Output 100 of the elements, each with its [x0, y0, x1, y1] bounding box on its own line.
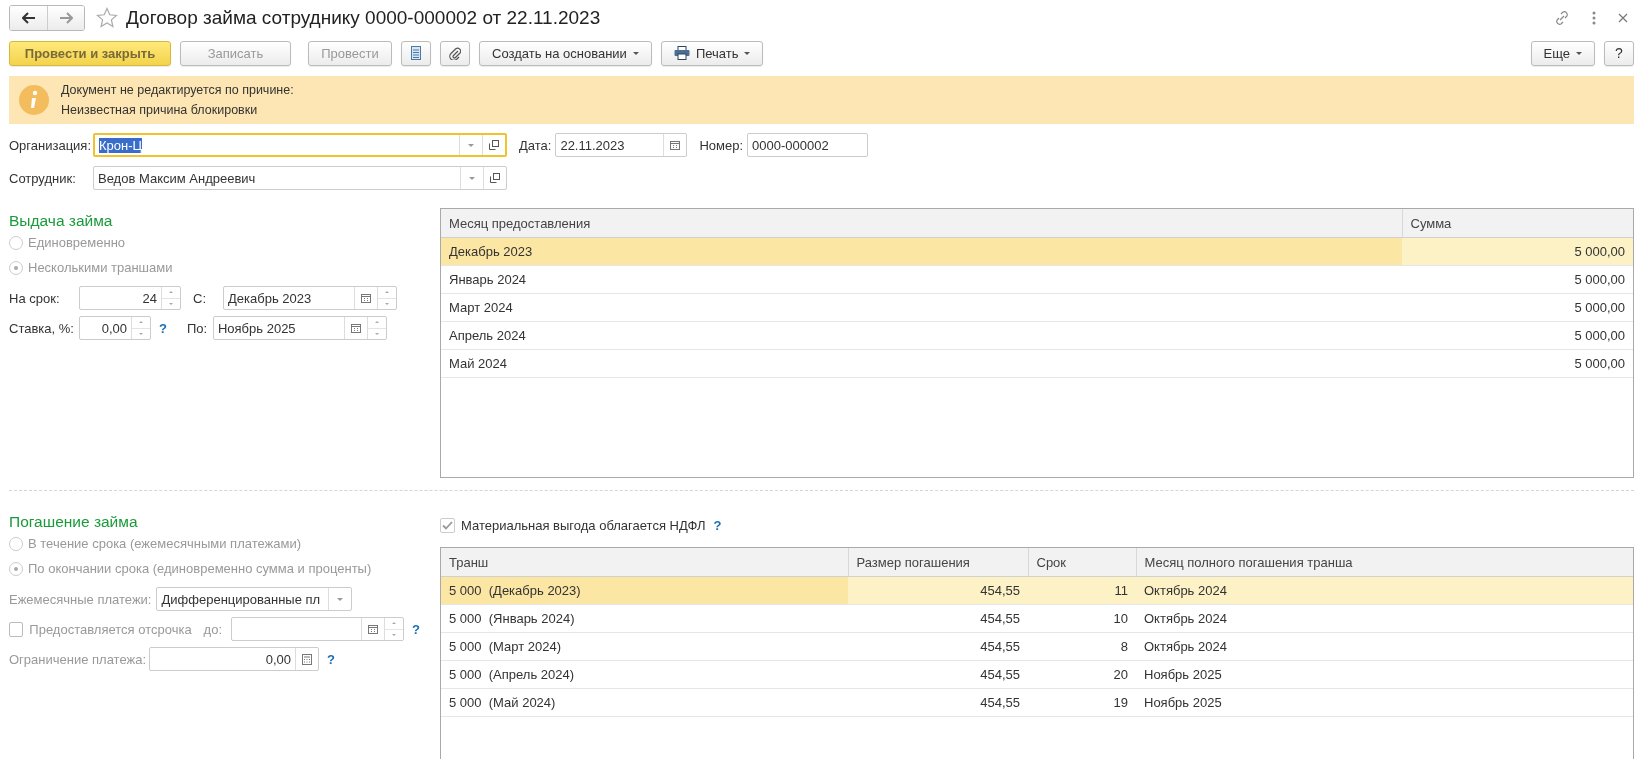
calendar-icon [361, 293, 371, 303]
number-field[interactable]: 0000-000002 [747, 133, 869, 157]
field-label: По: [186, 320, 209, 336]
start-month-field[interactable]: Декабрь 2023 [223, 286, 397, 310]
attachment-button[interactable] [440, 40, 470, 66]
checkbox-label: Предоставляется отсрочка [29, 621, 192, 637]
table-cell: Октябрь 2024 [1136, 576, 1633, 605]
column-header[interactable]: Месяц предоставления [441, 209, 1402, 238]
table-cell: 454,55 [848, 660, 1028, 689]
table-cell: 454,55 [848, 632, 1028, 661]
table-cell: 5 000,00 [1402, 321, 1633, 350]
table-cell: 10 [1028, 604, 1136, 633]
table-cell: 5 000,00 [1402, 349, 1633, 378]
printer-icon [673, 46, 690, 60]
list-icon [411, 46, 421, 60]
help-link[interactable]: ? [713, 517, 722, 533]
more-button[interactable]: Еще [1530, 40, 1595, 66]
field-label: Дата: [519, 137, 552, 153]
employee-field[interactable]: Ведов Максим Андреевич [93, 166, 507, 190]
table-cell: 454,55 [848, 604, 1028, 633]
open-icon [490, 173, 500, 183]
caret-icon [632, 51, 639, 55]
checkmark-icon [442, 520, 453, 530]
link-icon[interactable] [1554, 10, 1570, 26]
checkbox[interactable] [440, 517, 455, 533]
field-label: до: [203, 621, 223, 637]
column-header[interactable]: Размер погашения [848, 548, 1028, 577]
table-cell: Январь 2024 [441, 265, 1402, 294]
section-title: Выдача займа [9, 212, 114, 230]
menu-button[interactable]: Печать [660, 40, 764, 66]
radio-label: В течение срока (ежемесячными платежами) [28, 536, 302, 551]
window-title: Договор займа сотруднику 0000-000002 от 22.11.2023 [126, 7, 601, 29]
checkbox-label: Материальная выгода облагается НДФЛ [461, 517, 706, 533]
table-cell: Ноябрь 2025 [1136, 660, 1633, 689]
checkbox[interactable] [9, 621, 24, 637]
radio-button[interactable] [9, 536, 23, 551]
back-arrow-icon [21, 12, 36, 24]
table-cell: 454,55 [848, 688, 1028, 717]
table-cell: 5 000,00 [1402, 265, 1633, 294]
spinner-button[interactable] [131, 317, 150, 339]
help-link[interactable]: ? [327, 651, 335, 667]
info-icon [19, 85, 49, 115]
table-cell: Октябрь 2024 [1136, 632, 1633, 661]
back-button[interactable] [10, 6, 47, 30]
table-cell: Апрель 2024 [441, 321, 1402, 350]
field-label: Ежемесячные платежи: [9, 591, 152, 607]
table-cell: Март 2024 [441, 293, 1402, 322]
organization-field[interactable]: Крон-Ц [93, 133, 507, 157]
radio-button[interactable] [9, 561, 23, 576]
field-label: На срок: [9, 290, 61, 306]
payment-type-field[interactable]: Дифференцированные пл [156, 587, 353, 611]
caret-icon [744, 51, 751, 55]
term-field[interactable]: 24 [79, 286, 181, 310]
table-cell: 454,55 [848, 576, 1028, 605]
end-month-field[interactable]: Ноябрь 2025 [212, 316, 387, 340]
paperclip-icon [449, 46, 461, 60]
table-cell: Октябрь 2024 [1136, 604, 1633, 633]
table-cell: 5 000 (Апрель 2024) [441, 660, 848, 689]
field-label: Ограничение платежа: [9, 651, 148, 667]
table-cell: 19 [1028, 688, 1136, 717]
help-link[interactable]: ? [412, 621, 420, 637]
table-cell: 5 000,00 [1402, 237, 1633, 266]
spinner-button[interactable] [161, 287, 180, 309]
table-cell: 5 000,00 [1402, 293, 1633, 322]
post-and-close-button[interactable]: Провести и закрыть [9, 40, 171, 66]
forward-arrow-icon [59, 12, 73, 24]
field-label: Организация: [9, 137, 93, 153]
column-header[interactable]: Срок [1028, 548, 1136, 577]
radio-button[interactable] [9, 260, 23, 275]
payment-limit-field[interactable]: 0,00 [149, 647, 319, 671]
rate-field[interactable]: 0,00 [79, 316, 151, 340]
radio-label: Несколькими траншами [28, 260, 173, 275]
open-icon [489, 140, 499, 150]
table-cell: 5 000 (Май 2024) [441, 688, 848, 717]
banner-text: Документ не редактируется по причине: [61, 83, 294, 97]
field-label: С: [193, 290, 207, 306]
radio-button[interactable] [9, 235, 23, 250]
deferral-date-field[interactable] [231, 617, 405, 641]
help-link[interactable]: ? [159, 320, 167, 336]
list-button[interactable] [401, 40, 431, 66]
table-cell: 20 [1028, 660, 1136, 689]
calendar-icon [670, 140, 681, 150]
radio-label: По окончании срока (единовременно сумма и проценты) [28, 561, 372, 576]
calculator-icon [302, 653, 312, 665]
table-cell: 5 000 (Январь 2024) [441, 604, 848, 633]
column-header[interactable]: Транш [441, 548, 848, 577]
column-header[interactable]: Месяц полного погашения транша [1136, 548, 1633, 577]
more-dots-icon[interactable] [1592, 11, 1596, 25]
date-field[interactable]: 22.11.2023 [555, 133, 688, 157]
table-cell: 5 000 (Декабрь 2023) [441, 576, 848, 605]
star-icon[interactable] [96, 7, 118, 29]
table-cell: Декабрь 2023 [441, 237, 1402, 266]
table-cell: Май 2024 [441, 349, 1402, 378]
radio-label: Единовременно [28, 235, 126, 250]
field-label: Сотрудник: [9, 170, 77, 186]
menu-button[interactable]: Создать на основании [479, 40, 652, 66]
close-icon[interactable] [1618, 13, 1628, 23]
column-header[interactable]: Сумма [1402, 209, 1633, 238]
table-cell: 5 000 (Март 2024) [441, 632, 848, 661]
help-button[interactable]: ? [1604, 40, 1634, 66]
